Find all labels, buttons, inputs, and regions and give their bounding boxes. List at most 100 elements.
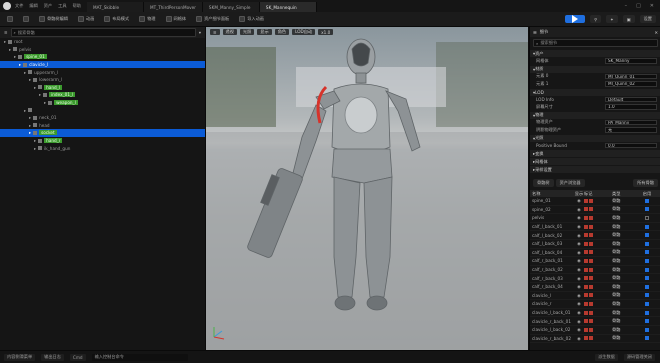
mesh-mode-icon[interactable]: ▣ (622, 15, 635, 23)
bone-tree-row[interactable]: ▸ weapon_l (0, 99, 205, 107)
enabled-checkbox[interactable] (645, 310, 649, 315)
expand-arrow-icon[interactable]: ▸ (39, 92, 41, 97)
tab-mat-skibble[interactable]: MAT_Skibble (86, 2, 144, 12)
table-row[interactable]: clavicle_r_back_01 ◉ 骨骼 (530, 317, 660, 326)
cmd-dropdown[interactable]: Cmd (69, 353, 86, 361)
content-drawer-button[interactable]: 内容侧滑菜单 (4, 353, 36, 361)
visibility-eye-icon[interactable]: ◉ (574, 327, 584, 332)
panel-menu-icon[interactable]: ≡ (4, 30, 8, 35)
tab-asset-browser[interactable]: 资产浏览器 (555, 179, 585, 187)
flag-marker-icon[interactable] (589, 258, 593, 263)
flag-marker-icon[interactable] (589, 198, 593, 203)
flag-marker-icon[interactable] (584, 293, 588, 298)
table-row[interactable]: calf_r_back_01 ◉ 骨骼 (530, 257, 660, 266)
toolbar-item-asset-details[interactable]: 资产细节面板 (193, 15, 232, 23)
enabled-checkbox[interactable] (645, 215, 649, 220)
details-search-input[interactable]: ⌕ 搜索细节 (533, 39, 658, 47)
bone-tree-row[interactable]: ▸ ik_hand_gun (0, 144, 205, 152)
viewport-show-button[interactable]: 显示 (257, 29, 272, 35)
table-row[interactable]: calf_l_back_01 ◉ 骨骼 (530, 223, 660, 232)
expand-arrow-icon[interactable]: ▸ (24, 108, 26, 113)
visibility-eye-icon[interactable]: ◉ (574, 284, 584, 289)
flag-marker-icon[interactable] (584, 207, 588, 212)
expand-arrow-icon[interactable]: ▸ (29, 77, 31, 82)
character-mode-icon[interactable]: ⚲ (590, 15, 602, 23)
toolbar-item-skeleton-tree[interactable]: 骨骼树编辑 (36, 15, 71, 23)
visibility-eye-icon[interactable]: ◉ (574, 336, 584, 341)
visibility-eye-icon[interactable]: ◉ (574, 258, 584, 263)
bone-search-input[interactable]: ⌕ 搜索骨骼 (10, 28, 196, 37)
viewport[interactable]: ≡ 透视 光照 显示 角色 LOD自动 x1.0 (206, 27, 528, 350)
enabled-checkbox[interactable] (645, 327, 649, 332)
flag-marker-icon[interactable] (584, 224, 588, 229)
enabled-checkbox[interactable] (645, 284, 649, 289)
table-row[interactable]: calf_l_back_02 ◉ 骨骼 (530, 231, 660, 240)
bone-tree-row[interactable]: ▸ hand_l (0, 84, 205, 92)
filter-icon[interactable]: ▾ (199, 30, 201, 35)
table-row[interactable]: clavicle_r_back_02 ◉ 骨骼 (530, 335, 660, 344)
col-visible[interactable]: 显示 (574, 191, 584, 197)
enabled-checkbox[interactable] (645, 301, 649, 306)
derived-data-button[interactable]: 派生数据 (595, 353, 618, 361)
bone-tree-row[interactable]: ▸ index_01_l (0, 91, 205, 99)
flag-marker-icon[interactable] (584, 301, 588, 306)
table-row[interactable]: calf_r_back_02 ◉ 骨骼 (530, 266, 660, 275)
menu-edit[interactable]: 编辑 (29, 3, 37, 9)
output-log-button[interactable]: 输出日志 (41, 353, 64, 361)
expand-arrow-icon[interactable]: ▸ (29, 115, 31, 120)
details-section-header[interactable]: ▾ 光照 (530, 134, 660, 142)
flag-marker-icon[interactable] (589, 267, 593, 272)
details-section-header[interactable]: ▾ 材质 (530, 65, 660, 73)
minimize-icon[interactable]: – (625, 3, 628, 9)
flag-marker-icon[interactable] (584, 258, 588, 263)
flag-marker-icon[interactable] (584, 241, 588, 246)
flag-marker-icon[interactable] (589, 310, 593, 315)
expand-arrow-icon[interactable]: ▸ (34, 138, 36, 143)
table-row[interactable]: clavicle_l_back_01 ◉ 骨骼 (530, 309, 660, 318)
property-value-field[interactable]: MI_Quinn_02 (605, 81, 657, 87)
flag-marker-icon[interactable] (589, 276, 593, 281)
console-input[interactable]: 输入控制台命令 (91, 353, 188, 361)
expand-arrow-icon[interactable]: ▸ (9, 47, 11, 52)
flag-marker-icon[interactable] (584, 267, 588, 272)
table-row[interactable]: calf_l_back_03 ◉ 骨骼 (530, 240, 660, 249)
maximize-icon[interactable]: □ (636, 3, 641, 9)
flag-marker-icon[interactable] (589, 319, 593, 324)
flag-marker-icon[interactable] (589, 250, 593, 255)
expand-arrow-icon[interactable]: ▸ (29, 130, 31, 135)
details-section-header[interactable]: ▾ LOD (530, 88, 660, 96)
flag-marker-icon[interactable] (584, 233, 588, 238)
expand-arrow-icon[interactable]: ▸ (14, 54, 16, 59)
viewport-menu-button[interactable]: ≡ (210, 29, 220, 35)
visibility-eye-icon[interactable]: ◉ (574, 215, 584, 220)
enabled-checkbox[interactable] (645, 267, 649, 272)
expand-arrow-icon[interactable]: ▸ (34, 85, 36, 90)
enabled-checkbox[interactable] (645, 293, 649, 298)
details-section-collapsed[interactable]: ▸ 采样设置 (530, 166, 660, 173)
browse-button[interactable] (20, 15, 32, 23)
play-mode-button[interactable] (565, 15, 586, 23)
toolbar-item-physics[interactable]: 物理 (136, 15, 158, 23)
viewport-lighting-button[interactable]: 光照 (239, 29, 255, 35)
visibility-eye-icon[interactable]: ◉ (574, 250, 584, 255)
viewport-character-button[interactable]: 角色 (274, 29, 290, 35)
col-enabled[interactable]: 启用 (642, 191, 652, 197)
expand-arrow-icon[interactable]: ▸ (34, 146, 36, 151)
visibility-eye-icon[interactable]: ◉ (574, 241, 584, 246)
flag-marker-icon[interactable] (589, 301, 593, 306)
visibility-eye-icon[interactable]: ◉ (574, 276, 584, 281)
visibility-eye-icon[interactable]: ◉ (574, 198, 584, 203)
property-value-field[interactable]: Default (605, 96, 657, 102)
enabled-checkbox[interactable] (645, 336, 649, 341)
property-value-field[interactable]: MI_Quinn_01 (605, 73, 657, 79)
table-row[interactable]: clavicle_l_back_02 ◉ 骨骼 (530, 326, 660, 335)
source-control-button[interactable]: 源码管理关闭 (623, 353, 655, 361)
enabled-checkbox[interactable] (645, 241, 649, 246)
flag-marker-icon[interactable] (589, 224, 593, 229)
visibility-eye-icon[interactable]: ◉ (574, 233, 584, 238)
bone-tree-row[interactable]: ▸ pelvis (0, 46, 205, 54)
toolbar-item-import-animation[interactable]: 导入动画 (236, 15, 267, 23)
flag-marker-icon[interactable] (584, 276, 588, 281)
table-row[interactable]: spine_01 ◉ 骨骼 (530, 197, 660, 206)
flag-marker-icon[interactable] (589, 293, 593, 298)
